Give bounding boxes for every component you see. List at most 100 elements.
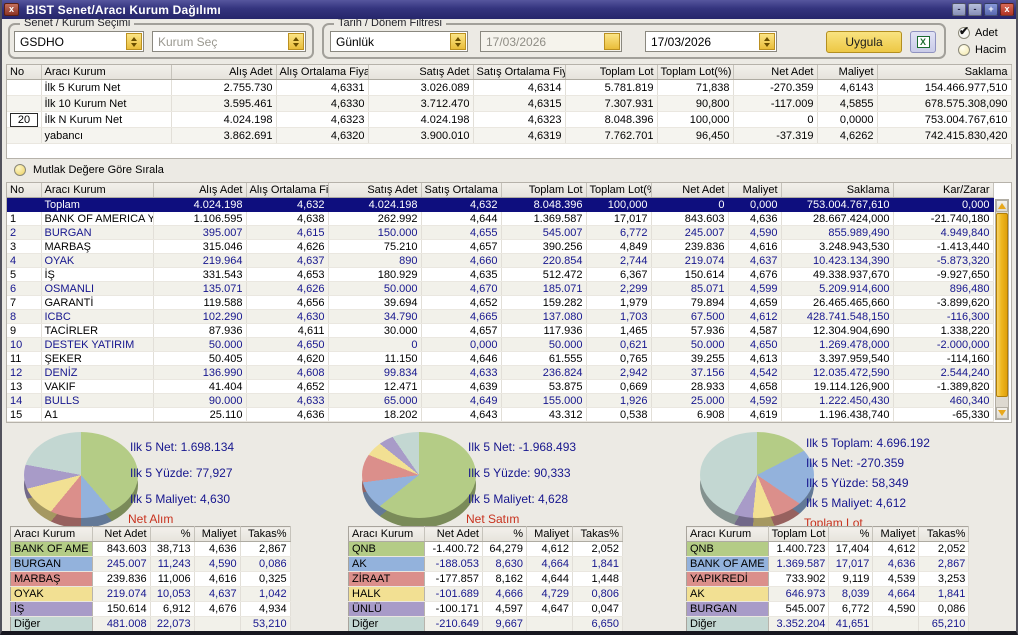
column-header[interactable]: Toplam Lot(%) bbox=[657, 65, 734, 80]
table-cell: 4.949,840 bbox=[893, 225, 994, 240]
table-row[interactable]: 6 OSMANLI 135.071 4,626 50.000 4,670 185.071 2,… bbox=[7, 281, 994, 296]
column-header[interactable]: Net Adet bbox=[733, 65, 818, 80]
date-to-field[interactable]: 17/03/2026 bbox=[645, 31, 777, 52]
table-cell: 239.836 bbox=[651, 239, 729, 254]
column-header[interactable]: Toplam Lot(% bbox=[586, 183, 652, 198]
spinner-icon[interactable] bbox=[450, 33, 466, 50]
table-row[interactable]: 10 DESTEK YATIRIM 50.000 4,650 0 0,000 50.000 0… bbox=[7, 337, 994, 352]
table-cell: 3.900.010 bbox=[368, 127, 474, 144]
period-select[interactable]: Günlük bbox=[330, 31, 468, 52]
symbol-select[interactable]: GSDHO bbox=[14, 31, 144, 52]
column-header[interactable]: Satış Adet bbox=[368, 65, 474, 80]
kurum-select[interactable]: Kurum Seç bbox=[152, 31, 306, 52]
column-header[interactable]: Alış Adet bbox=[153, 183, 247, 198]
table-row[interactable]: 9 TACİRLER 87.936 4,611 30.000 4,657 117.936 1,… bbox=[7, 323, 994, 338]
export-excel-button[interactable]: X bbox=[910, 31, 936, 53]
column-header[interactable]: Satış Adet bbox=[328, 183, 422, 198]
column-header[interactable]: Alış Adet bbox=[171, 65, 277, 80]
table-row[interactable]: 3 MARBAŞ 315.046 4,626 75.210 4,657 390.256 4,8… bbox=[7, 239, 994, 254]
table-row[interactable]: 11 ŞEKER 50.405 4,620 11.150 4,646 61.555 0,765… bbox=[7, 351, 994, 366]
column-header[interactable]: Kar/Zarar bbox=[893, 183, 994, 198]
column-header[interactable]: Net Adet bbox=[424, 526, 483, 542]
table-cell: 6,912 bbox=[150, 601, 195, 617]
table-row[interactable]: 4 OYAK 219.964 4,637 890 4,660 220.854 2,744 219… bbox=[7, 253, 994, 268]
table-cell: GARANTİ bbox=[41, 295, 154, 310]
calendar-button-icon[interactable] bbox=[604, 33, 620, 50]
table-cell: 4,659 bbox=[728, 295, 782, 310]
column-header[interactable]: Toplam Lot bbox=[768, 526, 830, 542]
hacim-radio[interactable] bbox=[958, 43, 970, 56]
column-header[interactable]: Aracı Kurum bbox=[41, 183, 154, 198]
spinner-icon[interactable] bbox=[759, 33, 775, 50]
restore-icon[interactable]: - bbox=[968, 3, 982, 16]
date-from-field[interactable]: 17/03/2026 bbox=[480, 31, 622, 52]
table-cell: 3.248.943,530 bbox=[781, 239, 894, 254]
table-cell: 4,6319 bbox=[473, 127, 566, 144]
scrollbar-thumb[interactable] bbox=[996, 213, 1008, 397]
column-header[interactable]: Maliyet bbox=[817, 65, 878, 80]
column-header[interactable]: Aracı Kurum bbox=[686, 526, 769, 542]
column-header[interactable]: Satış Ortalama Fi bbox=[421, 183, 502, 198]
sort-radio[interactable] bbox=[14, 164, 26, 176]
column-header[interactable]: Aracı Kurum bbox=[41, 65, 172, 80]
n-kurum-count-input[interactable]: 20 bbox=[10, 112, 38, 127]
table-cell: 3.595.461 bbox=[171, 95, 277, 112]
adet-radio-row[interactable]: Adet bbox=[958, 24, 1014, 41]
scroll-down-icon[interactable] bbox=[996, 407, 1008, 419]
column-header[interactable]: Satış Ortalama Fiyat bbox=[473, 65, 566, 80]
close-window-icon[interactable]: x bbox=[1000, 3, 1014, 16]
spinner-icon[interactable] bbox=[126, 33, 142, 50]
column-header[interactable]: Maliyet bbox=[728, 183, 782, 198]
table-row[interactable]: 7 GARANTİ 119.588 4,656 39.694 4,652 159.282 1,… bbox=[7, 295, 994, 310]
minimize-icon[interactable]: - bbox=[952, 3, 966, 16]
column-header[interactable]: Net Adet bbox=[651, 183, 729, 198]
table-cell: 14 bbox=[7, 393, 42, 408]
table-row[interactable]: 15 A1 25.110 4,636 18.202 4,643 43.312 0,538 6.9… bbox=[7, 407, 994, 422]
table-row[interactable]: 5 İŞ 331.543 4,653 180.929 4,635 512.472 6,367 1… bbox=[7, 267, 994, 282]
column-header[interactable]: Maliyet bbox=[526, 526, 573, 542]
table-row[interactable]: 12 DENİZ 136.990 4,608 99.834 4,633 236.824 2,9… bbox=[7, 365, 994, 380]
apply-button[interactable]: Uygula bbox=[826, 31, 902, 53]
table-row[interactable]: 14 BULLS 90.000 4,633 65.000 4,649 155.000 1,92… bbox=[7, 393, 994, 408]
column-header[interactable]: Alış Ortalama Fiyat bbox=[276, 65, 369, 80]
table-row[interactable]: 2 BURGAN 395.007 4,615 150.000 4,655 545.007 6,… bbox=[7, 225, 994, 240]
column-header[interactable]: % bbox=[482, 526, 527, 542]
column-header[interactable]: Saklama bbox=[877, 65, 1012, 80]
adet-radio[interactable] bbox=[958, 24, 970, 39]
scroll-up-icon[interactable] bbox=[996, 200, 1008, 212]
table-cell: 4,644 bbox=[526, 571, 573, 587]
table-cell: 22,073 bbox=[150, 616, 195, 632]
table-row[interactable]: 13 VAKIF 41.404 4,652 12.471 4,639 53.875 0,669… bbox=[7, 379, 994, 394]
column-header[interactable]: % bbox=[828, 526, 874, 542]
table-cell: 4,729 bbox=[526, 586, 573, 602]
column-header[interactable]: No bbox=[7, 183, 42, 198]
column-header[interactable]: Maliyet bbox=[194, 526, 241, 542]
column-header[interactable]: Takas% bbox=[572, 526, 623, 542]
column-header[interactable]: Saklama bbox=[781, 183, 894, 198]
column-header[interactable]: Aracı Kurum bbox=[10, 526, 93, 542]
column-header[interactable]: No bbox=[7, 65, 42, 80]
column-header[interactable]: Takas% bbox=[240, 526, 291, 542]
table-cell: 4,611 bbox=[246, 323, 329, 338]
column-header[interactable]: Toplam Lot bbox=[565, 65, 658, 80]
maximize-icon[interactable]: + bbox=[984, 3, 998, 16]
table-cell: -188.053 bbox=[424, 556, 483, 572]
table-row[interactable]: 8 ICBC 102.290 4,630 34.790 4,665 137.080 1,703… bbox=[7, 309, 994, 324]
spinner-icon[interactable] bbox=[288, 33, 304, 50]
column-header[interactable]: Toplam Lot bbox=[501, 183, 587, 198]
table-row-selected[interactable]: Toplam 4.024.198 4,632 4.024.198 4,632 8.048.… bbox=[7, 197, 994, 212]
column-header[interactable]: Aracı Kurum bbox=[348, 526, 425, 542]
column-header[interactable]: Alış Ortalama Fiy bbox=[246, 183, 329, 198]
close-icon[interactable]: x bbox=[4, 3, 19, 16]
table-cell: -3.899,620 bbox=[893, 295, 994, 310]
sort-option-row[interactable]: Mutlak Değere Göre Sırala bbox=[14, 164, 164, 176]
table-cell: 245.007 bbox=[92, 556, 151, 572]
table-row[interactable]: 1 BANK OF AMERICA Y 1.106.595 4,638 262.992 4… bbox=[7, 211, 994, 226]
vertical-scrollbar[interactable] bbox=[995, 199, 1009, 420]
table-cell: Diğer bbox=[10, 616, 93, 632]
column-header[interactable]: Takas% bbox=[918, 526, 970, 542]
column-header[interactable]: % bbox=[150, 526, 195, 542]
column-header[interactable]: Net Adet bbox=[92, 526, 151, 542]
column-header[interactable]: Maliyet bbox=[872, 526, 920, 542]
hacim-radio-row[interactable]: Hacim bbox=[958, 41, 1014, 58]
